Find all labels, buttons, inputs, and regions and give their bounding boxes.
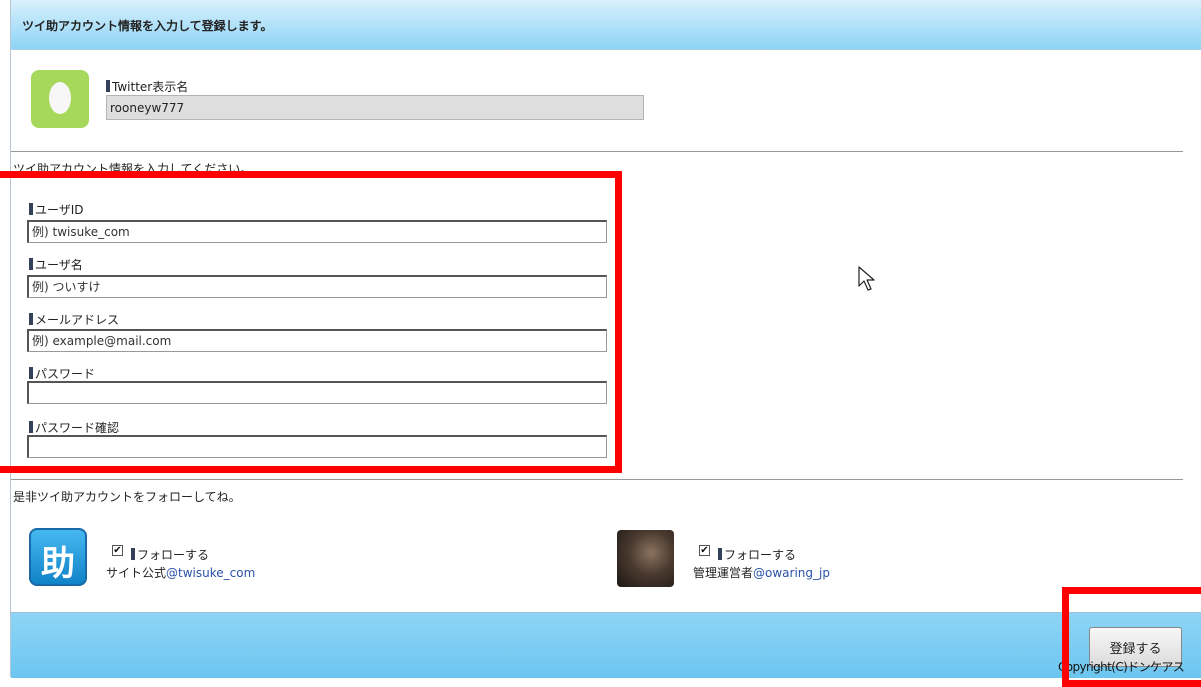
admin-photo-avatar <box>617 530 674 587</box>
twisuke-logo-avatar: 助 <box>29 528 87 586</box>
header-bar: ツイ助アカウント情報を入力して登録します。 <box>11 0 1201 50</box>
twisuke-account-desc: サイト公式@twisuke_com <box>106 564 255 581</box>
header-title: ツイ助アカウント情報を入力して登録します。 <box>22 19 273 33</box>
twisuke-desc-prefix: サイト公式 <box>106 566 167 580</box>
twitter-egg-avatar <box>31 70 89 128</box>
divider <box>11 151 1183 152</box>
form-highlight-box <box>0 171 622 473</box>
follow-owaring-checkbox[interactable]: ✔ <box>699 545 710 556</box>
register-highlight-box <box>1062 587 1201 687</box>
mouse-cursor-icon <box>858 266 875 291</box>
footer-bar <box>11 612 1201 678</box>
divider <box>11 479 1183 480</box>
owaring-handle-link[interactable]: @owaring_jp <box>753 566 830 580</box>
owaring-desc-prefix: 管理運営者 <box>693 566 754 580</box>
follow-twisuke-checkbox[interactable]: ✔ <box>112 545 123 556</box>
follow-twisuke-label: フォローする <box>131 546 209 563</box>
twitter-name-label: Twitter表示名 <box>106 78 188 95</box>
avatar-text: 助 <box>41 544 75 584</box>
owaring-account-desc: 管理運営者@owaring_jp <box>693 564 830 581</box>
follow-owaring-label: フォローする <box>718 546 796 563</box>
twitter-name-field: rooneyw777 <box>106 95 644 120</box>
twisuke-handle-link[interactable]: @twisuke_com <box>166 566 255 580</box>
follow-prompt: 是非ツイ助アカウントをフォローしてね。 <box>13 490 241 504</box>
